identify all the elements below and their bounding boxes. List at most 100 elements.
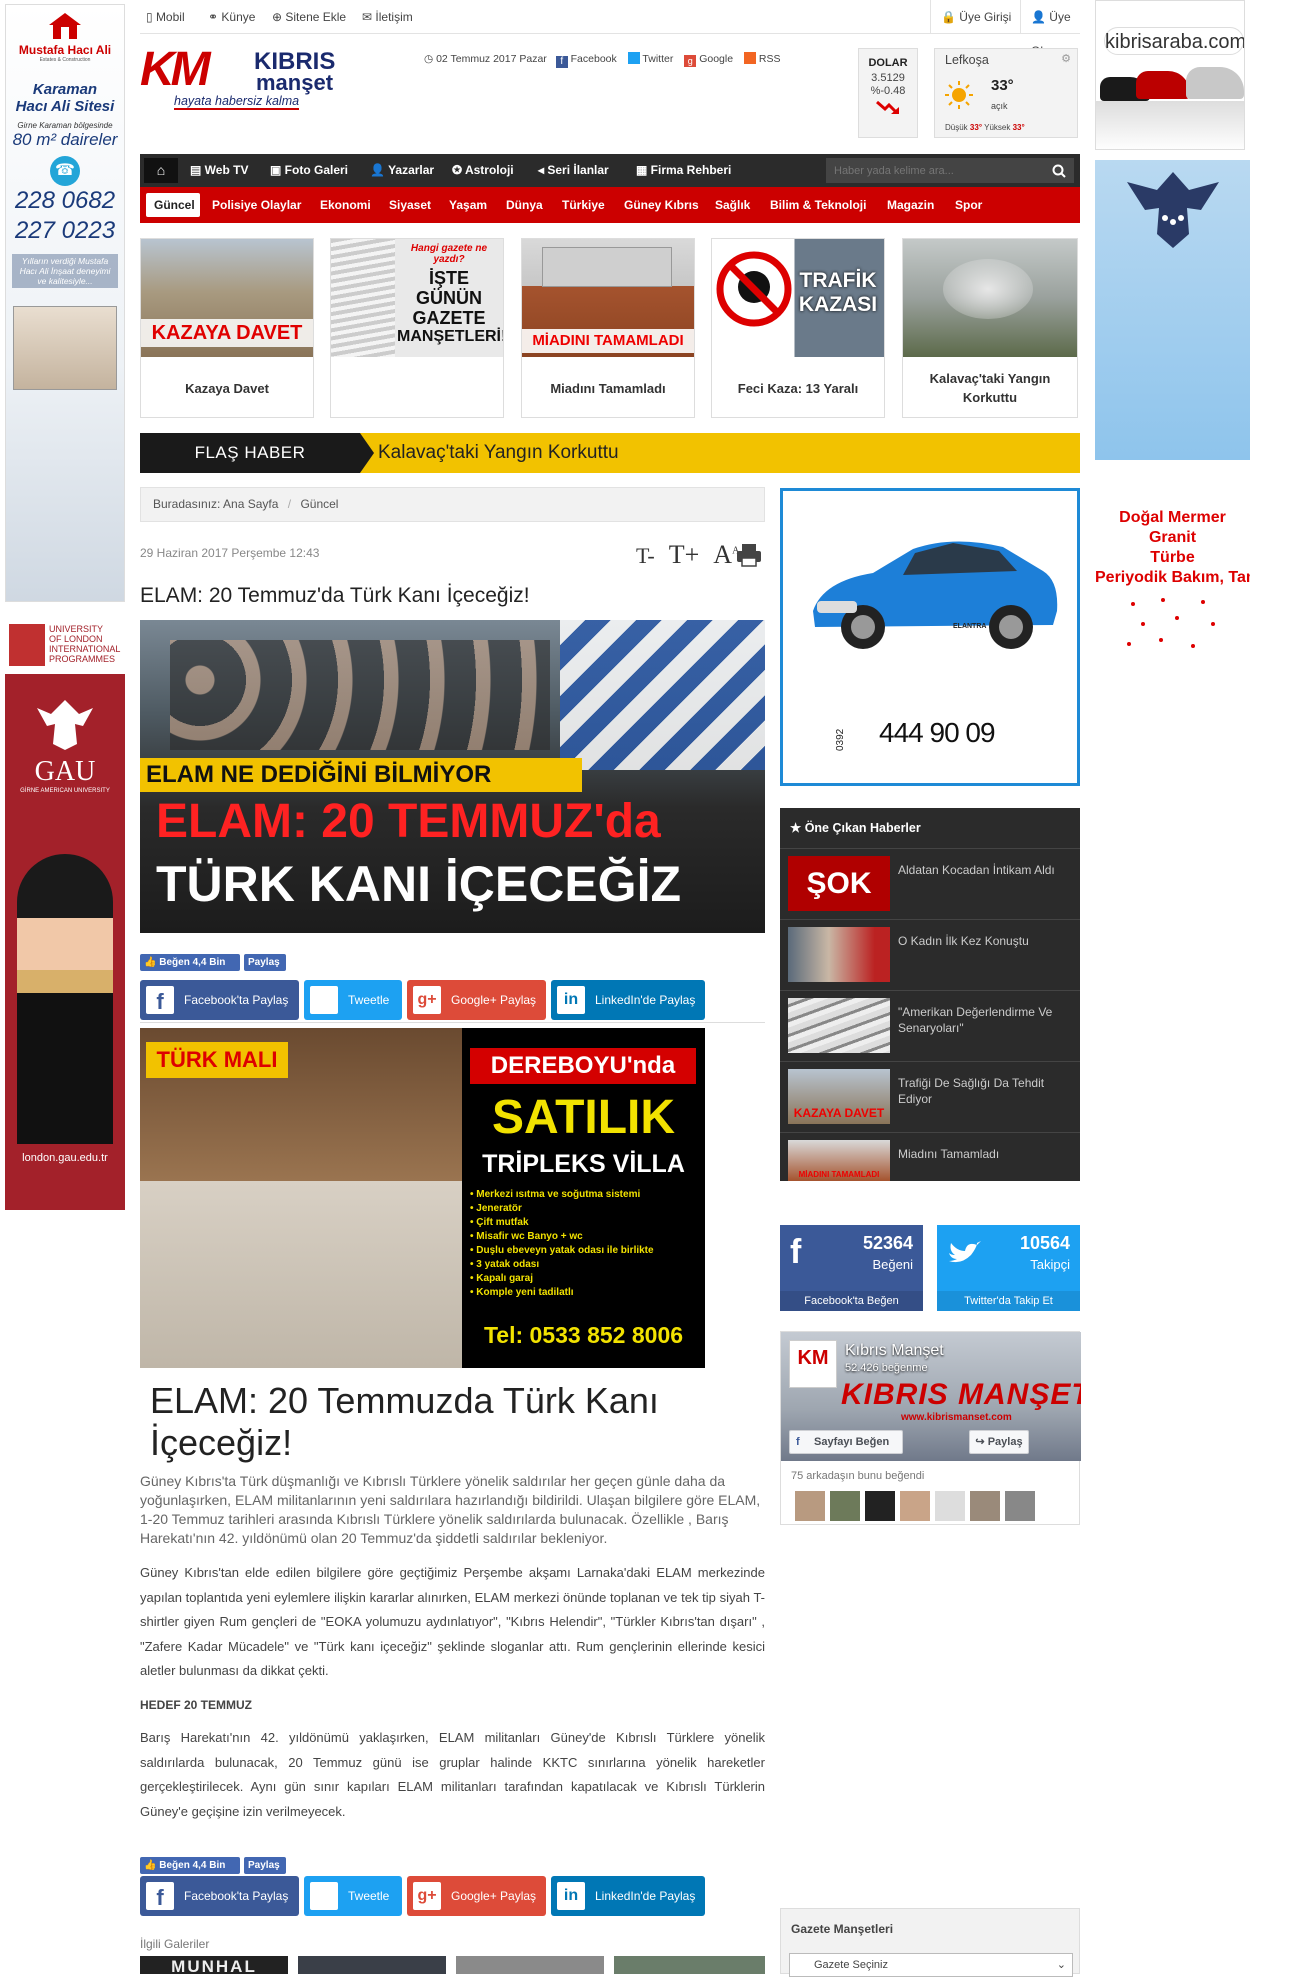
left-university-ad[interactable]: UNIVERSITY OF LONDON INTERNATIONAL PROGR… <box>5 618 125 1210</box>
facebook-share-chip[interactable]: Paylaş <box>244 1857 286 1874</box>
header-meta: ◷ 02 Temmuz 2017 Pazar f Facebook Twitte… <box>424 52 780 68</box>
search-input[interactable] <box>826 158 1046 183</box>
right-car-ad[interactable]: kibrisaraba.com <box>1095 0 1245 150</box>
category-guney-kibris[interactable]: Güney Kıbrıs <box>624 187 699 223</box>
news-card[interactable]: TRAFİK KAZASI Feci Kaza: 13 Yaralı <box>711 238 885 418</box>
twitter-share-button[interactable]: Tweetle <box>304 980 402 1020</box>
nav-astrology[interactable]: ✪ Astroloji <box>452 163 514 177</box>
twitter-follow-cta[interactable]: Twitter'da Takip Et <box>937 1291 1080 1311</box>
facebook-page-name[interactable]: Kıbrıs Manşet <box>845 1342 944 1360</box>
twitter-share-button[interactable]: Tweetle <box>304 1876 402 1916</box>
news-thumbnail <box>903 239 1077 357</box>
avatar[interactable] <box>830 1491 860 1521</box>
avatar[interactable] <box>1005 1491 1035 1521</box>
nav-business-directory[interactable]: ▦ Firma Rehberi <box>636 163 731 177</box>
kunye-link[interactable]: ⚭ Künye <box>208 10 255 24</box>
home-icon[interactable]: ⌂ <box>144 158 178 183</box>
category-magazin[interactable]: Magazin <box>887 187 934 223</box>
category-spor[interactable]: Spor <box>955 187 982 223</box>
category-saglik[interactable]: Sağlık <box>715 187 750 223</box>
category-dunya[interactable]: Dünya <box>506 187 543 223</box>
print-icon[interactable] <box>736 542 762 568</box>
right-marble-ad[interactable]: Doğal Mermer Granit Türbe Periyodik Bakı… <box>1095 470 1250 700</box>
breadcrumb-current-link[interactable]: Güncel <box>300 497 338 511</box>
news-card[interactable]: MİADINI TAMAMLADI Miadını Tamamladı <box>521 238 695 418</box>
avatar[interactable] <box>935 1491 965 1521</box>
category-yasam[interactable]: Yaşam <box>449 187 487 223</box>
header-twitter-link[interactable]: Twitter <box>642 53 673 65</box>
flash-headline[interactable]: Kalavaç'taki Yangın Korkuttu <box>378 433 619 473</box>
trending-item[interactable]: "Amerikan Değerlendirme Ve Senaryoları" <box>780 990 1080 1061</box>
avatar[interactable] <box>865 1491 895 1521</box>
contact-link[interactable]: ✉ İletişim <box>362 10 413 24</box>
trending-item[interactable]: O Kadın İlk Kez Konuştu <box>780 919 1080 990</box>
google-share-button[interactable]: g+ Google+ Paylaş <box>407 980 546 1020</box>
google-share-button[interactable]: g+ Google+ Paylaş <box>407 1876 546 1916</box>
login-link[interactable]: 🔒 Üye Girişi <box>930 0 1011 34</box>
page-avatar[interactable]: KM <box>789 1340 837 1388</box>
facebook-like-button[interactable]: 👍 Beğen 4,4 Bin <box>140 1857 240 1874</box>
category-polisiye[interactable]: Polisiye Olaylar <box>212 187 301 223</box>
page-share-button[interactable]: ↪ Paylaş <box>969 1430 1029 1454</box>
page-like-button[interactable]: f Sayfayı Beğen <box>789 1430 903 1454</box>
linkedin-share-button[interactable]: in LinkedIn'de Paylaş <box>551 980 705 1020</box>
avatar[interactable] <box>900 1491 930 1521</box>
divider <box>140 1022 765 1023</box>
nav-classifieds[interactable]: ◂ Seri İlanlar <box>538 163 609 177</box>
search-icon[interactable] <box>1052 164 1066 178</box>
header-rss-link[interactable]: RSS <box>759 53 781 65</box>
font-decrease-icon[interactable]: T- <box>636 543 655 568</box>
facebook-follow-box[interactable]: f 52364 Beğeni Facebook'ta Beğen <box>780 1225 923 1311</box>
mobile-link[interactable]: ▯ Mobil <box>146 10 185 24</box>
facebook-share-chip[interactable]: Paylaş <box>244 954 286 971</box>
trending-thumb: MİADINI TAMAMLADI <box>788 1140 890 1181</box>
facebook-like-button[interactable]: 👍 Beğen 4,4 Bin <box>140 954 240 971</box>
category-guncel[interactable]: Güncel <box>154 187 195 223</box>
avatar[interactable] <box>795 1491 825 1521</box>
avatar[interactable] <box>970 1491 1000 1521</box>
trending-item[interactable]: MİADINI TAMAMLADI Miadını Tamamladı <box>780 1132 1080 1181</box>
font-increase-icon[interactable]: T+ <box>669 540 700 569</box>
gallery-thumb[interactable]: MUNHAL <box>140 1956 288 1974</box>
category-turkiye[interactable]: Türkiye <box>562 187 605 223</box>
facebook-share-button[interactable]: f Facebook'ta Paylaş <box>140 1876 299 1916</box>
trending-thumb: KAZAYA DAVET <box>788 1069 890 1124</box>
site-logo[interactable]: KM KIBRIS manşet hayata habersiz kalma <box>138 43 368 114</box>
news-card[interactable]: Hangi gazete ne yazdı? İŞTE GÜNÜN GAZETE… <box>330 238 504 418</box>
facebook-like-cta[interactable]: Facebook'ta Beğen <box>780 1291 923 1311</box>
trending-item[interactable]: KAZAYA DAVET Trafiği De Sağlığı Da Tehdi… <box>780 1061 1080 1132</box>
gallery-thumb[interactable] <box>614 1956 765 1974</box>
header-date: 02 Temmuz 2017 Pazar <box>436 53 547 65</box>
category-siyaset[interactable]: Siyaset <box>389 187 431 223</box>
uol-line4: PROGRAMMES <box>49 654 116 664</box>
gallery-thumb[interactable] <box>298 1956 446 1974</box>
article-title: ELAM: 20 Temmuz'da Türk Kanı İçeceğiz! <box>140 584 530 607</box>
facebook-share-button[interactable]: f Facebook'ta Paylaş <box>140 980 299 1020</box>
gazette-select[interactable]: Gazete Seçiniz ⌄ <box>789 1953 1073 1977</box>
nav-authors[interactable]: 👤 Yazarlar <box>370 163 434 177</box>
hero-banner-1: ELAM NE DEDİĞİNİ BİLMİYOR <box>140 758 582 792</box>
linkedin-share-button[interactable]: in LinkedIn'de Paylaş <box>551 1876 705 1916</box>
register-link[interactable]: 👤 Üye Ol <box>1020 0 1080 58</box>
villa-ad-banner[interactable]: TÜRK MALI DEREBOYU'nda SATILIK TRİPLEKS … <box>140 1028 705 1368</box>
category-bilim[interactable]: Bilim & Teknoloji <box>770 187 866 223</box>
gear-icon[interactable]: ⚙ <box>1061 52 1071 65</box>
category-ekonomi[interactable]: Ekonomi <box>320 187 371 223</box>
trending-item[interactable]: ŞOK Aldatan Kocadan İntikam Aldı <box>780 848 1080 919</box>
news-card[interactable]: Kalavaç'taki Yangın Korkuttu <box>902 238 1078 418</box>
right-sky-ad[interactable] <box>1095 160 1250 460</box>
add-to-site-link[interactable]: ⊕ Sitene Ekle <box>272 10 346 24</box>
breadcrumb-home-link[interactable]: Ana Sayfa <box>223 497 278 511</box>
header-google-link[interactable]: Google <box>699 53 733 65</box>
nav-photo-gallery[interactable]: ▣ Foto Galeri <box>270 163 348 177</box>
left-skyscraper-ad[interactable]: Mustafa Hacı Ali Estates & Construction … <box>5 4 125 602</box>
article-lead: Güney Kıbrıs'ta Türk düşmanlığı ve Kıbrı… <box>140 1473 761 1546</box>
nav-web-tv[interactable]: ▤ Web TV <box>190 163 248 177</box>
gallery-thumb[interactable] <box>456 1956 604 1974</box>
twitter-follow-box[interactable]: 10564 Takipçi Twitter'da Takip Et <box>937 1225 1080 1311</box>
phone-icon: ☎ <box>50 156 80 186</box>
car-dealer-ad[interactable]: ELANTRA 0392 444 90 09 <box>780 488 1080 786</box>
news-card[interactable]: KAZAYA DAVET Kazaya Davet <box>140 238 314 418</box>
trending-thumb: ŞOK <box>788 856 890 911</box>
header-facebook-link[interactable]: Facebook <box>571 53 617 65</box>
